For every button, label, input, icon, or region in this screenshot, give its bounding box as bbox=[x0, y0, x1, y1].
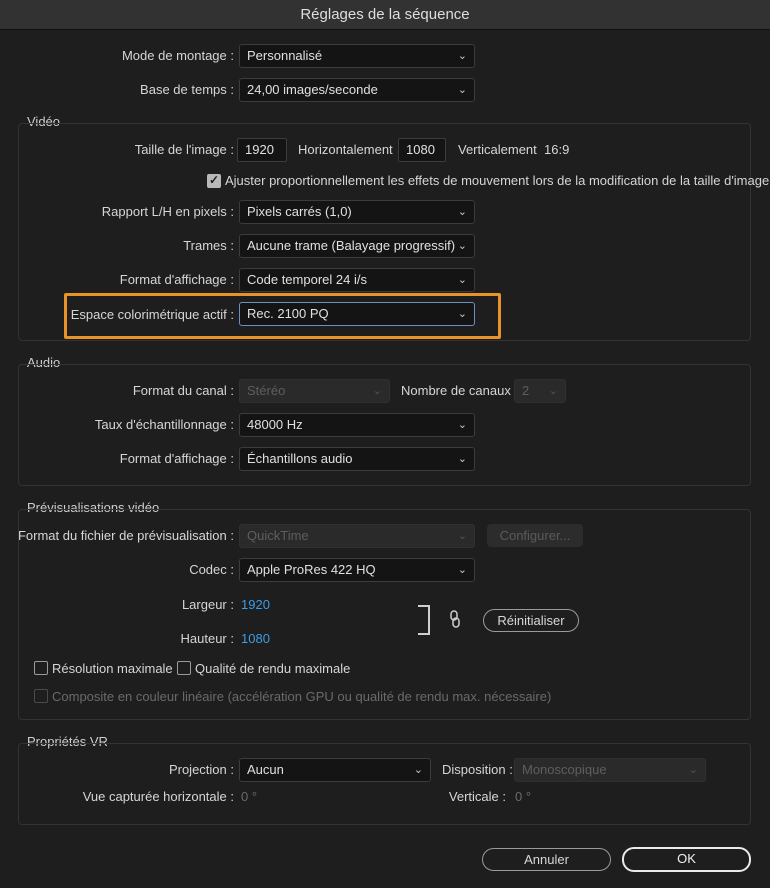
chevron-down-icon: ⌄ bbox=[688, 764, 698, 776]
layout-select[interactable]: Monoscopique ⌄ bbox=[514, 758, 706, 782]
chevron-down-icon: ⌄ bbox=[457, 530, 467, 542]
preview-file-format-select[interactable]: QuickTime ⌄ bbox=[239, 524, 475, 548]
chevron-down-icon: ⌄ bbox=[372, 385, 382, 397]
chevron-down-icon: ⌄ bbox=[457, 419, 467, 431]
video-display-format-value: Code temporel 24 i/s bbox=[247, 272, 367, 287]
horizontal-label: Horizontalement bbox=[298, 142, 393, 157]
layout-value: Monoscopique bbox=[522, 762, 607, 777]
sample-rate-select[interactable]: 48000 Hz ⌄ bbox=[239, 413, 475, 437]
sample-rate-label: Taux d'échantillonnage : bbox=[94, 417, 234, 432]
linear-composite-checkbox[interactable] bbox=[34, 689, 48, 703]
chevron-down-icon: ⌄ bbox=[457, 206, 467, 218]
chevron-down-icon: ⌄ bbox=[457, 308, 467, 320]
audio-display-format-label: Format d'affichage : bbox=[119, 451, 234, 466]
codec-select[interactable]: Apple ProRes 422 HQ ⌄ bbox=[239, 558, 475, 582]
sequence-settings-dialog: Mode de montage : Personnalisé ⌄ Base de … bbox=[0, 30, 770, 888]
vr-group bbox=[18, 743, 751, 825]
pixel-aspect-value: Pixels carrés (1,0) bbox=[247, 204, 352, 219]
chevron-down-icon: ⌄ bbox=[457, 453, 467, 465]
preview-height-value[interactable]: 1080 bbox=[241, 631, 270, 646]
max-bit-depth-label: Résolution maximale bbox=[52, 661, 173, 676]
codec-label: Codec : bbox=[189, 562, 234, 577]
max-bit-depth-checkbox[interactable] bbox=[34, 661, 48, 675]
chevron-down-icon: ⌄ bbox=[548, 385, 558, 397]
audio-display-format-value: Échantillons audio bbox=[247, 451, 353, 466]
chain-link-icon[interactable] bbox=[449, 610, 461, 628]
ok-button[interactable]: OK bbox=[622, 847, 751, 872]
codec-value: Apple ProRes 422 HQ bbox=[247, 562, 376, 577]
preview-width-label: Largeur : bbox=[181, 597, 234, 612]
preview-height-label: Hauteur : bbox=[180, 631, 234, 646]
h-fov-value: 0 ° bbox=[241, 789, 258, 804]
chevron-down-icon: ⌄ bbox=[457, 564, 467, 576]
channel-count-label: Nombre de canaux : bbox=[401, 383, 519, 398]
aspect-ratio-value: 16:9 bbox=[544, 142, 570, 157]
video-display-format-select[interactable]: Code temporel 24 i/s ⌄ bbox=[239, 268, 475, 292]
cancel-button[interactable]: Annuler bbox=[482, 848, 611, 871]
editing-mode-value: Personnalisé bbox=[247, 48, 323, 63]
reset-button[interactable]: Réinitialiser bbox=[483, 609, 579, 632]
timebase-select[interactable]: 24,00 images/seconde ⌄ bbox=[239, 78, 475, 102]
chevron-down-icon: ⌄ bbox=[457, 50, 467, 62]
v-fov-label: Verticale : bbox=[448, 789, 506, 804]
chevron-down-icon: ⌄ bbox=[413, 764, 423, 776]
frame-height-field[interactable]: 1080 bbox=[398, 138, 446, 162]
vertical-label: Verticalement bbox=[458, 142, 537, 157]
color-space-select[interactable]: Rec. 2100 PQ ⌄ bbox=[239, 302, 475, 326]
fields-select[interactable]: Aucune trame (Balayage progressif) ⌄ bbox=[239, 234, 475, 258]
scale-effects-checkbox[interactable] bbox=[207, 173, 221, 188]
h-fov-label: Vue capturée horizontale : bbox=[82, 789, 234, 804]
frame-size-label: Taille de l'image : bbox=[134, 142, 234, 157]
timebase-label: Base de temps : bbox=[140, 82, 234, 97]
editing-mode-select[interactable]: Personnalisé ⌄ bbox=[239, 44, 475, 68]
chevron-down-icon: ⌄ bbox=[457, 240, 467, 252]
timebase-value: 24,00 images/seconde bbox=[247, 82, 378, 97]
max-render-quality-checkbox[interactable] bbox=[177, 661, 191, 675]
scale-effects-label: Ajuster proportionnellement les effets d… bbox=[225, 173, 770, 188]
projection-value: Aucun bbox=[247, 762, 284, 777]
editing-mode-label: Mode de montage : bbox=[121, 48, 234, 63]
channel-format-value: Stéréo bbox=[247, 383, 286, 398]
chevron-down-icon: ⌄ bbox=[457, 84, 467, 96]
link-bracket bbox=[418, 605, 430, 635]
sample-rate-value: 48000 Hz bbox=[247, 417, 303, 432]
channel-count-value: 2 bbox=[522, 383, 530, 398]
fields-label: Trames : bbox=[183, 238, 234, 253]
channel-format-label: Format du canal : bbox=[132, 383, 234, 398]
preview-width-value[interactable]: 1920 bbox=[241, 597, 270, 612]
projection-label: Projection : bbox=[168, 762, 234, 777]
pixel-aspect-label: Rapport L/H en pixels : bbox=[101, 204, 234, 219]
layout-label: Disposition : bbox=[442, 762, 513, 777]
channel-count-select[interactable]: 2 ⌄ bbox=[514, 379, 566, 403]
fields-value: Aucune trame (Balayage progressif) bbox=[247, 238, 456, 253]
preview-file-format-value: QuickTime bbox=[247, 528, 309, 543]
video-display-format-label: Format d'affichage : bbox=[119, 272, 234, 287]
projection-select[interactable]: Aucun ⌄ bbox=[239, 758, 431, 782]
window-title: Réglages de la séquence bbox=[0, 0, 770, 30]
pixel-aspect-select[interactable]: Pixels carrés (1,0) ⌄ bbox=[239, 200, 475, 224]
color-space-label: Espace colorimétrique actif : bbox=[70, 307, 234, 322]
channel-format-select[interactable]: Stéréo ⌄ bbox=[239, 379, 390, 403]
max-render-quality-label: Qualité de rendu maximale bbox=[195, 661, 351, 676]
preview-file-format-label: Format du fichier de prévisualisation : bbox=[17, 528, 234, 543]
v-fov-value: 0 ° bbox=[515, 789, 532, 804]
color-space-value: Rec. 2100 PQ bbox=[247, 306, 329, 321]
linear-composite-label: Composite en couleur linéaire (accélérat… bbox=[52, 689, 552, 704]
configure-button[interactable]: Configurer... bbox=[487, 524, 583, 547]
chevron-down-icon: ⌄ bbox=[457, 274, 467, 286]
frame-width-field[interactable]: 1920 bbox=[237, 138, 287, 162]
audio-display-format-select[interactable]: Échantillons audio ⌄ bbox=[239, 447, 475, 471]
